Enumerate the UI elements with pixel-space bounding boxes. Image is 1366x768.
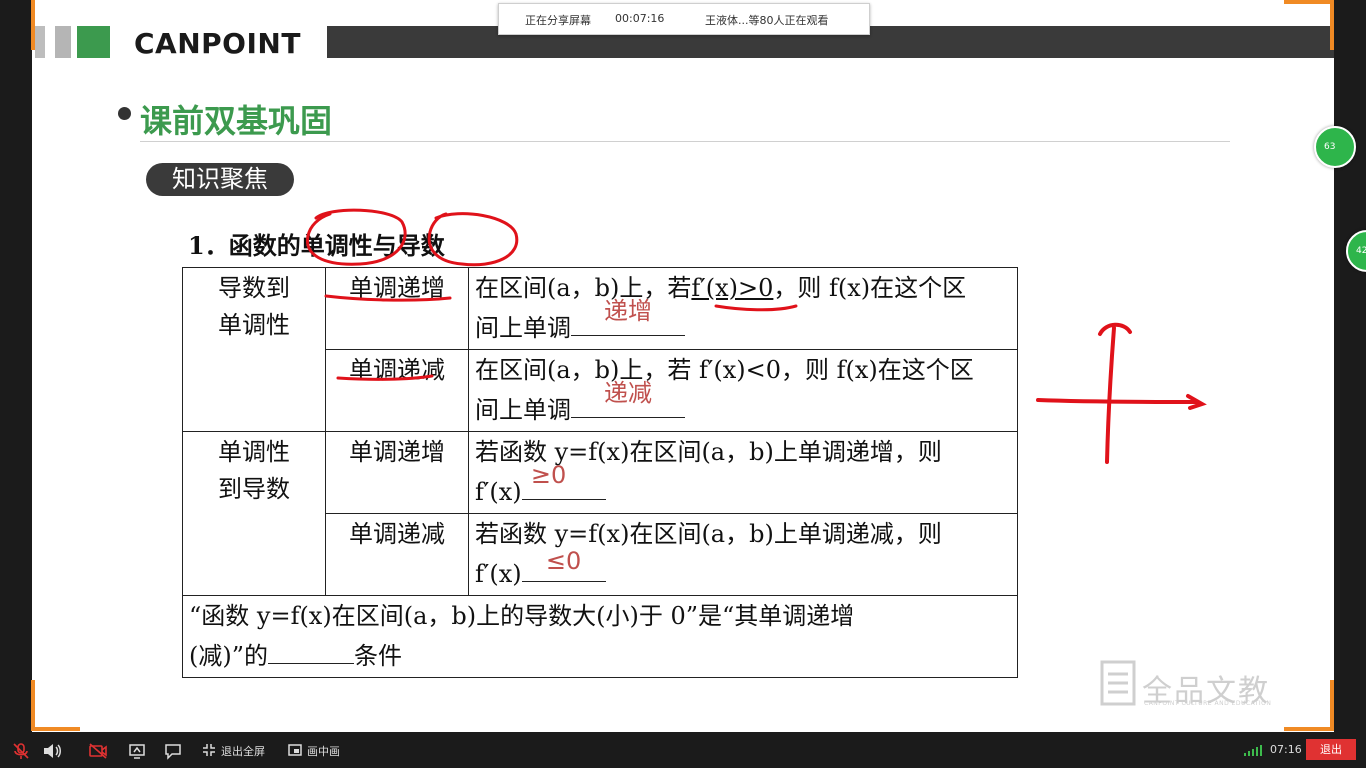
ink-annotations bbox=[305, 208, 1207, 464]
exit-fullscreen-icon[interactable] bbox=[202, 743, 216, 757]
signal-strength-icon bbox=[1244, 745, 1262, 756]
ink-axis-y bbox=[1098, 322, 1132, 464]
screen-share-status-bar: 正在分享屏幕 00:07:16 王液体...等80人正在观看 bbox=[498, 3, 870, 35]
bottom-toolbar: 退出全屏 画中画 07:16 bbox=[0, 732, 1366, 768]
share-timer: 00:07:16 bbox=[615, 12, 665, 25]
viewer-count: 王液体...等80人正在观看 bbox=[705, 14, 829, 27]
ink-axis-x bbox=[1036, 394, 1207, 410]
bubble-1-label: 63 bbox=[1324, 142, 1336, 152]
clock: 07:16 bbox=[1270, 743, 1302, 756]
ink-circle-derivative bbox=[427, 212, 519, 267]
ink-underline-decreasing bbox=[336, 374, 434, 381]
camera-off-icon[interactable] bbox=[88, 742, 108, 760]
chat-icon[interactable] bbox=[164, 742, 182, 760]
picture-in-picture-icon[interactable] bbox=[288, 743, 302, 757]
speaker-icon[interactable] bbox=[42, 742, 62, 760]
ink-circle-monotonicity bbox=[305, 208, 407, 266]
bubble-2-label: 42 bbox=[1356, 246, 1366, 256]
ink-underline-fprime bbox=[714, 304, 798, 312]
exit-button[interactable]: 退出 bbox=[1306, 739, 1356, 760]
share-status: 正在分享屏幕 bbox=[525, 14, 591, 27]
screen-share-icon[interactable] bbox=[128, 742, 146, 760]
floating-bubble-1[interactable]: 63 bbox=[1314, 126, 1356, 168]
exit-fullscreen-button[interactable]: 退出全屏 bbox=[221, 743, 265, 759]
picture-in-picture-button[interactable]: 画中画 bbox=[307, 743, 340, 759]
ink-underline-increasing bbox=[324, 294, 452, 302]
mic-muted-icon[interactable] bbox=[12, 742, 30, 760]
